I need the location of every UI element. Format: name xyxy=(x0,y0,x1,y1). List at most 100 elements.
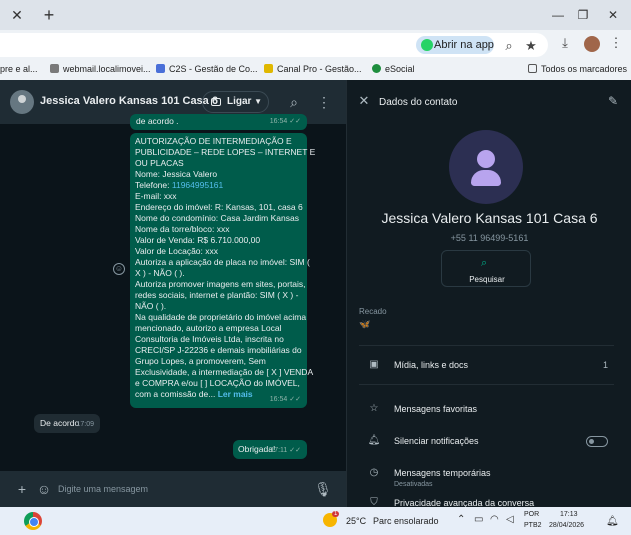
contact-info-header: ✕ Dados do contato ✎ xyxy=(347,80,631,124)
profile-avatar[interactable] xyxy=(584,36,600,52)
message-line: Consultoria de Imóveis Ltda, inscrita no xyxy=(135,334,284,344)
media-gallery-icon: ▣ xyxy=(369,359,379,370)
search-icon[interactable]: ⌕ xyxy=(284,92,304,112)
video-camera-icon xyxy=(211,98,221,106)
open-in-app-button[interactable]: Abrir na app xyxy=(416,36,494,54)
close-window-button[interactable]: ✕ xyxy=(603,5,623,25)
message-composer: + ☺ Digite uma mensagem 🎙︎ xyxy=(0,471,346,507)
about-label: Recado xyxy=(359,307,387,316)
notification-bell-icon[interactable]: 🔔︎ xyxy=(606,516,619,527)
divider xyxy=(359,345,614,346)
menu-kebab-icon[interactable]: ⋮ xyxy=(607,34,625,52)
zoom-icon[interactable]: ⌕ xyxy=(500,37,518,55)
folder-icon xyxy=(528,64,537,73)
message-line: E-mail: xxx xyxy=(135,191,177,201)
message-line: NÃO ( ). xyxy=(135,301,167,311)
sticker-icon[interactable]: ☺ xyxy=(34,479,54,499)
search-icon: ⌕ xyxy=(481,257,488,269)
webmail-icon xyxy=(50,64,59,73)
disappearing-messages-row[interactable]: ◷ Mensagens temporárias Desativadas xyxy=(347,460,631,488)
message-time: 16:54 ✓✓ xyxy=(269,118,301,125)
read-more-link[interactable]: Ler mais xyxy=(218,389,253,399)
media-links-docs-row[interactable]: ▣ Mídia, links e docs 1 xyxy=(347,352,631,378)
tray-chevron-up-icon[interactable]: ⌃ xyxy=(457,514,465,525)
attach-plus-icon[interactable]: + xyxy=(12,479,32,499)
search-label: Pesquisar xyxy=(469,275,505,284)
media-count: 1 xyxy=(602,360,608,370)
message-line: Autoriza a aplicação de placa no imóvel:… xyxy=(135,257,310,267)
weather-badge: 1 xyxy=(332,511,340,517)
message-bubble-outgoing[interactable]: Obrigada! 17:11 ✓✓ xyxy=(233,440,307,459)
keyboard-layout-indicator[interactable]: PTB2 xyxy=(524,522,542,529)
bookmark-star-icon[interactable]: ★ xyxy=(522,37,540,55)
message-line: X ) - NÃO ( ). xyxy=(135,268,185,278)
bookmark-item[interactable]: pre e al... xyxy=(0,64,38,74)
bookmark-item[interactable]: C2S - Gestão de Co... xyxy=(156,64,258,74)
tray-device-icon[interactable]: ▭ xyxy=(474,514,483,525)
message-bubble-incoming[interactable]: De acordo 17:09 xyxy=(34,414,100,433)
about-value: 🦋 xyxy=(359,319,371,329)
bookmark-item[interactable]: webmail.localimovei... xyxy=(50,64,151,74)
phone-link[interactable]: 11964995161 xyxy=(172,180,223,190)
close-tab-icon[interactable]: ✕ xyxy=(8,6,26,24)
taskbar: 1 25°C Parc ensolarado ⌃ ▭ ◠ ◁ POR PTB2 … xyxy=(0,507,631,535)
volume-icon[interactable]: ◁ xyxy=(506,514,514,525)
person-icon xyxy=(477,150,495,168)
message-text: de acordo . xyxy=(136,116,179,126)
language-indicator[interactable]: POR xyxy=(524,511,539,518)
chevron-down-icon: ▼ xyxy=(254,97,262,106)
message-input[interactable]: Digite uma mensagem xyxy=(58,484,148,494)
microphone-icon[interactable]: 🎙︎ xyxy=(313,479,333,499)
bookmark-item[interactable]: eSocial xyxy=(372,64,415,74)
open-in-app-label: Abrir na app xyxy=(434,39,494,51)
emoji-react-icon[interactable]: ☺ xyxy=(113,263,125,275)
clock-time[interactable]: 17:13 xyxy=(560,511,578,518)
new-tab-button[interactable]: + xyxy=(38,4,60,26)
contact-info-panel: ✕ Dados do contato ✎ Jessica Valero Kans… xyxy=(346,80,631,508)
minimize-window-button[interactable]: — xyxy=(548,5,568,25)
starred-messages-row[interactable]: ☆ Mensagens favoritas xyxy=(347,396,631,422)
message-bubble-outgoing[interactable]: de acordo . 16:54 ✓✓ xyxy=(130,114,307,130)
weather-temperature[interactable]: 25°C xyxy=(346,516,366,526)
message-line: redes sociais, internet e plantão: SIM (… xyxy=(135,290,299,300)
message-bubble-outgoing[interactable]: AUTORIZAÇÃO DE INTERMEDIAÇÃO E PUBLICIDAD… xyxy=(130,133,315,408)
url-input[interactable]: Abrir na app ⌕ ★ xyxy=(0,33,548,57)
bookmarks-bar: pre e al... webmail.localimovei... C2S -… xyxy=(0,60,631,80)
menu-kebab-icon[interactable]: ⋮ xyxy=(314,92,334,112)
restore-window-button[interactable]: ❐ xyxy=(573,5,593,25)
bookmark-item[interactable]: Canal Pro - Gestão... xyxy=(264,64,362,74)
call-button[interactable]: Ligar ▼ xyxy=(202,91,269,113)
canal-pro-icon xyxy=(264,64,273,73)
chrome-taskbar-icon[interactable] xyxy=(24,512,42,530)
mute-notifications-row[interactable]: 🔔︎ Silenciar notificações xyxy=(347,428,631,454)
contact-name: Jessica Valero Kansas 101 Casa 6 xyxy=(381,210,598,226)
browser-tab-strip: ✕ + — ❐ ✕ xyxy=(0,0,631,30)
call-label: Ligar xyxy=(227,96,252,107)
message-line: Endereço do imóvel: R: Kansas, 101, casa… xyxy=(135,202,303,212)
wifi-icon[interactable]: ◠ xyxy=(490,514,499,525)
search-in-chat-button[interactable]: ⌕ Pesquisar xyxy=(441,250,531,287)
message-line: CRECI/SP J-22236 e demais imobiliárias d… xyxy=(135,345,302,355)
clock-date[interactable]: 28/04/2026 xyxy=(549,522,584,529)
message-line: Grupo Lopes, a promoverem, Sem xyxy=(135,356,266,366)
all-bookmarks-item[interactable]: Todos os marcadores xyxy=(528,64,627,74)
message-time: 17:11 ✓✓ xyxy=(270,447,301,454)
contact-avatar-large[interactable] xyxy=(449,130,523,204)
message-text: AUTORIZAÇÃO DE INTERMEDIAÇÃO E PUBLICIDAD… xyxy=(135,136,316,399)
message-line: Na qualidade de proprietário do imóvel a… xyxy=(135,312,307,322)
chat-contact-name[interactable]: Jessica Valero Kansas 101 Casa 6 xyxy=(40,95,218,107)
message-line: PUBLICIDADE – REDE LOPES – INTERNET E xyxy=(135,147,316,157)
weather-condition[interactable]: Parc ensolarado xyxy=(373,516,439,526)
c2s-icon xyxy=(156,64,165,73)
close-icon[interactable]: ✕ xyxy=(355,92,373,110)
mute-toggle[interactable] xyxy=(586,436,608,447)
message-line: Autoriza promover imagens em sites, port… xyxy=(135,279,306,289)
message-line: Exclusividade, a intermediação de [ X ] … xyxy=(135,367,314,377)
edit-pencil-icon[interactable]: ✎ xyxy=(604,92,622,110)
message-line: Valor de Locação: xxx xyxy=(135,246,218,256)
contact-avatar[interactable] xyxy=(10,90,34,114)
message-line: Nome: Jessica Valero xyxy=(135,169,218,179)
timer-icon: ◷ xyxy=(369,467,379,478)
message-line: Nome do condomínio: Casa Jardim Kansas xyxy=(135,213,299,223)
download-icon[interactable]: ⤓ xyxy=(556,34,574,52)
